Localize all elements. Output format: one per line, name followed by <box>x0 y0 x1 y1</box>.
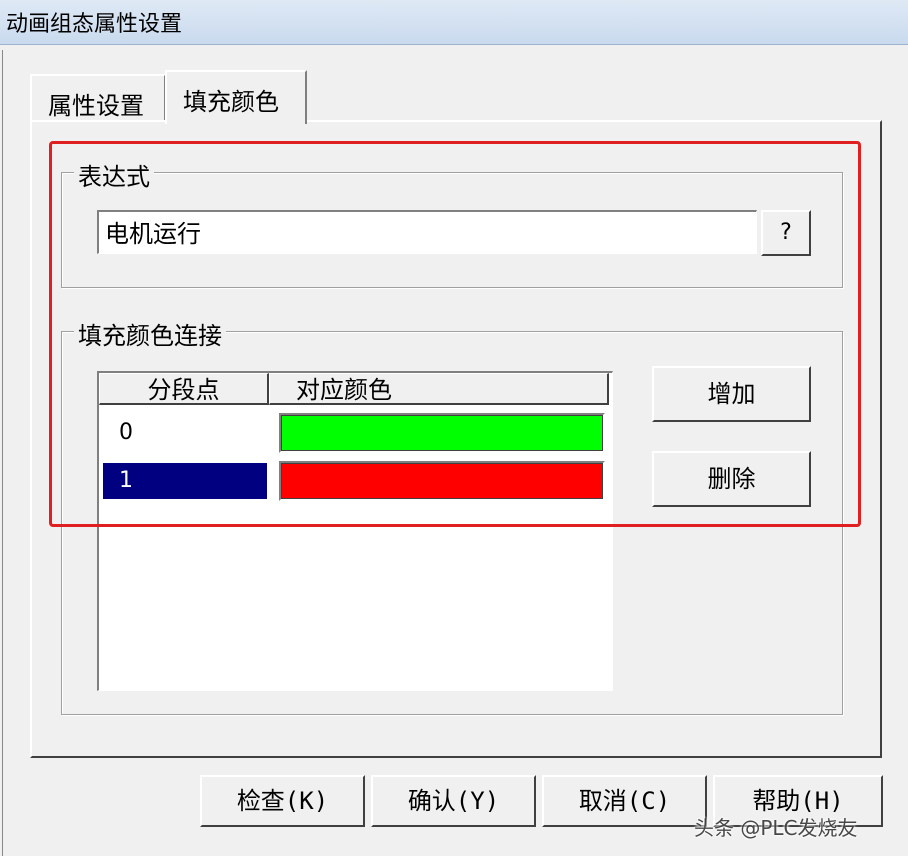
list-header: 分段点 对应颜色 <box>99 373 611 407</box>
title-bar: 动画组态属性设置 <box>0 0 908 45</box>
color-swatch-cell[interactable] <box>279 461 605 501</box>
expression-legend: 表达式 <box>74 157 154 192</box>
add-button[interactable]: 增加 <box>652 366 811 422</box>
list-row[interactable]: 1 <box>99 459 611 503</box>
tab-attribute-settings[interactable]: 属性设置 <box>30 74 166 120</box>
color-swatch <box>281 463 603 499</box>
segment-point-value: 1 <box>103 463 267 499</box>
tab-label: 填充颜色 <box>183 88 279 116</box>
watermark: 头条 @PLC发烧友 <box>694 816 858 840</box>
column-header-point[interactable]: 分段点 <box>99 373 269 405</box>
segment-point-value: 0 <box>119 420 133 445</box>
cancel-button[interactable]: 取消(C) <box>542 775 707 827</box>
color-swatch-cell[interactable] <box>279 413 605 453</box>
color-swatch <box>281 415 603 451</box>
fill-color-legend: 填充颜色连接 <box>74 316 226 351</box>
segment-list[interactable]: 分段点 对应颜色 0 1 <box>97 371 613 691</box>
expression-help-button[interactable]: ? <box>761 210 811 256</box>
confirm-button[interactable]: 确认(Y) <box>371 775 536 827</box>
delete-button[interactable]: 删除 <box>652 451 811 507</box>
check-button[interactable]: 检查(K) <box>200 775 365 827</box>
list-row[interactable]: 0 <box>99 411 611 455</box>
expression-input[interactable]: 电机运行 <box>97 210 757 254</box>
window-title: 动画组态属性设置 <box>6 12 183 37</box>
column-header-color[interactable]: 对应颜色 <box>269 373 609 405</box>
tab-fill-color[interactable]: 填充颜色 <box>165 70 307 124</box>
tab-label: 属性设置 <box>48 92 144 120</box>
